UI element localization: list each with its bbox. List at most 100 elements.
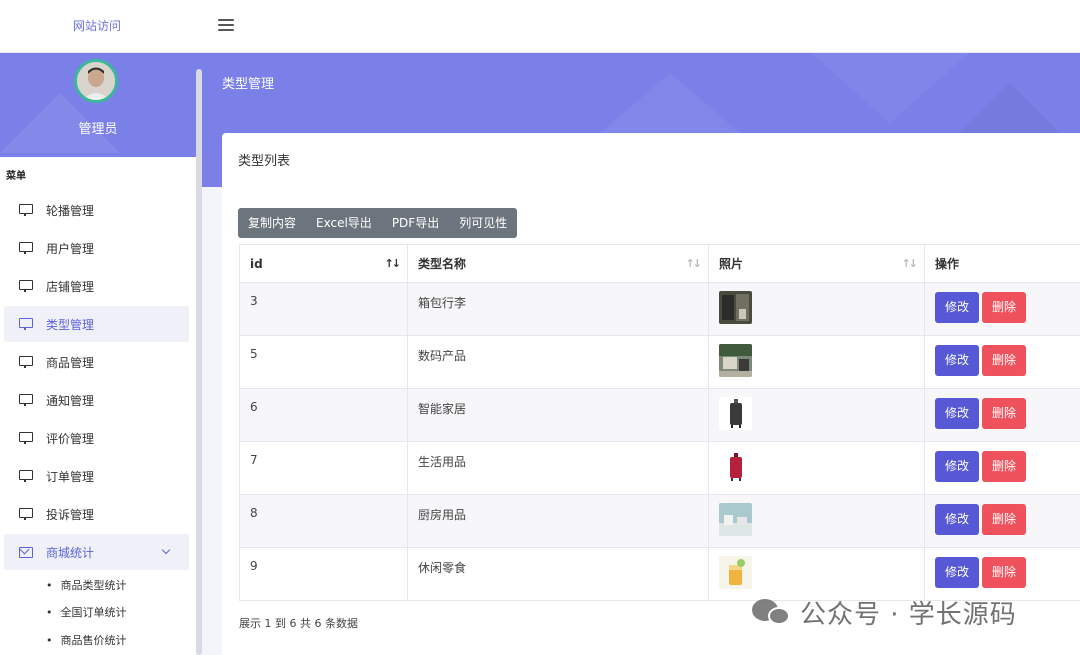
luggage-photo <box>719 291 752 324</box>
cell-name: 生活用品 <box>407 441 709 495</box>
edit-button[interactable]: 修改 <box>935 557 979 588</box>
column-header-name[interactable]: 类型名称 ↑↓ <box>407 244 709 283</box>
type-list-card: 类型列表 复制内容 Excel导出 PDF导出 列可见性 id ↑↓ 类型名称 ↑↓… <box>222 133 1080 655</box>
cell-id: 3 <box>239 282 408 336</box>
sort-icon: ↑↓ <box>901 257 919 270</box>
sidebar-subitem-price-stats[interactable]: 商品售价统计 <box>46 632 127 648</box>
cell-id: 9 <box>239 547 408 601</box>
sidebar-item-orders[interactable]: 订单管理 <box>4 458 189 494</box>
cell-photo <box>708 282 925 336</box>
kitchen-photo <box>719 503 752 536</box>
sidebar-item-label: 通知管理 <box>46 393 95 408</box>
sort-icon: ↑↓ <box>685 257 703 270</box>
delete-button[interactable]: 删除 <box>982 345 1026 376</box>
cell-id: 5 <box>239 335 408 389</box>
cell-actions: 修改 删除 <box>924 441 1080 495</box>
sidebar-item-types[interactable]: 类型管理 <box>4 306 189 342</box>
table-row: 7 生活用品 修改 删除 <box>239 441 1080 495</box>
table-row: 5 数码产品 修改 删除 <box>239 335 1080 389</box>
cell-id: 7 <box>239 441 408 495</box>
delete-button[interactable]: 删除 <box>982 504 1026 535</box>
sidebar-item-label: 订单管理 <box>46 469 95 484</box>
cell-actions: 修改 删除 <box>924 282 1080 336</box>
cell-actions: 修改 删除 <box>924 335 1080 389</box>
cell-name: 厨房用品 <box>407 494 709 548</box>
cell-id: 6 <box>239 388 408 442</box>
cell-photo <box>708 388 925 442</box>
excel-export-button[interactable]: Excel导出 <box>306 208 382 238</box>
sidebar-item-label: 轮播管理 <box>46 203 95 218</box>
card-title: 类型列表 <box>238 154 291 169</box>
copy-button[interactable]: 复制内容 <box>238 208 306 238</box>
red-suitcase-photo <box>719 450 752 483</box>
edit-button[interactable]: 修改 <box>935 504 979 535</box>
monitor-icon <box>19 318 33 330</box>
sidebar-item-reviews[interactable]: 评价管理 <box>4 420 189 456</box>
type-table: id ↑↓ 类型名称 ↑↓ 照片 ↑↓ 操作 3 箱包行李 修改 删除 5 数码产品 <box>239 244 1080 601</box>
table-row: 8 厨房用品 修改 删除 <box>239 494 1080 548</box>
sidebar-item-label: 商城统计 <box>46 545 95 560</box>
edit-button[interactable]: 修改 <box>935 451 979 482</box>
sidebar-scrollbar[interactable] <box>196 69 202 655</box>
cell-name: 箱包行李 <box>407 282 709 336</box>
site-visit-link[interactable]: 网站访问 <box>73 17 121 34</box>
edit-button[interactable]: 修改 <box>935 345 979 376</box>
cell-actions: 修改 删除 <box>924 388 1080 442</box>
monitor-icon <box>19 432 33 444</box>
monitor-icon <box>19 242 33 254</box>
pdf-export-button[interactable]: PDF导出 <box>382 208 449 238</box>
sidebar-item-label: 店铺管理 <box>46 279 95 294</box>
monitor-icon <box>19 280 33 292</box>
cell-photo <box>708 335 925 389</box>
avatar <box>74 59 118 103</box>
sidebar-item-complaints[interactable]: 投诉管理 <box>4 496 189 532</box>
sidebar-item-statistics[interactable]: 商城统计 <box>4 534 189 570</box>
snack-photo <box>719 556 752 589</box>
monitor-icon <box>19 204 33 216</box>
sidebar-item-stores[interactable]: 店铺管理 <box>4 268 189 304</box>
profile: 管理员 <box>0 53 196 157</box>
delete-button[interactable]: 删除 <box>982 398 1026 429</box>
delete-button[interactable]: 删除 <box>982 557 1026 588</box>
hamburger-menu-icon[interactable] <box>218 19 234 31</box>
delete-button[interactable]: 删除 <box>982 292 1026 323</box>
sidebar-subitem-type-stats[interactable]: 商品类型统计 <box>46 577 127 593</box>
cell-name: 数码产品 <box>407 335 709 389</box>
watermark: 公众号 · 学长源码 <box>752 592 1017 632</box>
column-header-photo[interactable]: 照片 ↑↓ <box>708 244 925 283</box>
delete-button[interactable]: 删除 <box>982 451 1026 482</box>
column-header-actions: 操作 <box>924 244 1080 283</box>
sidebar-item-label: 投诉管理 <box>46 507 95 522</box>
table-row: 6 智能家居 修改 删除 <box>239 388 1080 442</box>
menu-panel: 菜单 轮播管理 用户管理 店铺管理 类型管理 商品管理 通知管理 评价管理 订单… <box>0 157 196 655</box>
cell-photo <box>708 494 925 548</box>
export-toolbar: 复制内容 Excel导出 PDF导出 列可见性 <box>238 208 518 238</box>
chevron-down-icon[interactable] <box>161 545 171 555</box>
monitor-icon <box>19 394 33 406</box>
pagination-summary: 展示 1 到 6 共 6 条数据 <box>239 617 358 630</box>
monitor-icon <box>19 508 33 520</box>
sidebar: 管理员 菜单 轮播管理 用户管理 店铺管理 类型管理 商品管理 通知管理 评价管… <box>0 53 196 655</box>
cell-photo <box>708 441 925 495</box>
suitcase-photo <box>719 397 752 430</box>
sidebar-item-users[interactable]: 用户管理 <box>4 230 189 266</box>
admin-name: 管理员 <box>78 122 118 137</box>
column-header-id[interactable]: id ↑↓ <box>239 244 408 283</box>
table-row: 3 箱包行李 修改 删除 <box>239 282 1080 336</box>
column-visibility-button[interactable]: 列可见性 <box>449 208 517 238</box>
edit-button[interactable]: 修改 <box>935 292 979 323</box>
monitor-icon <box>19 356 33 368</box>
sidebar-item-notices[interactable]: 通知管理 <box>4 382 189 418</box>
sidebar-subitem-order-stats[interactable]: 全国订单统计 <box>46 604 127 620</box>
mail-icon <box>19 546 33 558</box>
sidebar-item-label: 评价管理 <box>46 431 95 446</box>
sidebar-item-carousel[interactable]: 轮播管理 <box>4 192 189 228</box>
cell-name: 智能家居 <box>407 388 709 442</box>
sidebar-item-label: 用户管理 <box>46 241 95 256</box>
watermark-text: 公众号 · 学长源码 <box>800 599 1017 630</box>
sidebar-item-products[interactable]: 商品管理 <box>4 344 189 380</box>
edit-button[interactable]: 修改 <box>935 398 979 429</box>
sidebar-item-label: 商品管理 <box>46 355 95 370</box>
sidebar-item-label: 类型管理 <box>46 317 95 332</box>
menu-heading: 菜单 <box>6 171 26 182</box>
